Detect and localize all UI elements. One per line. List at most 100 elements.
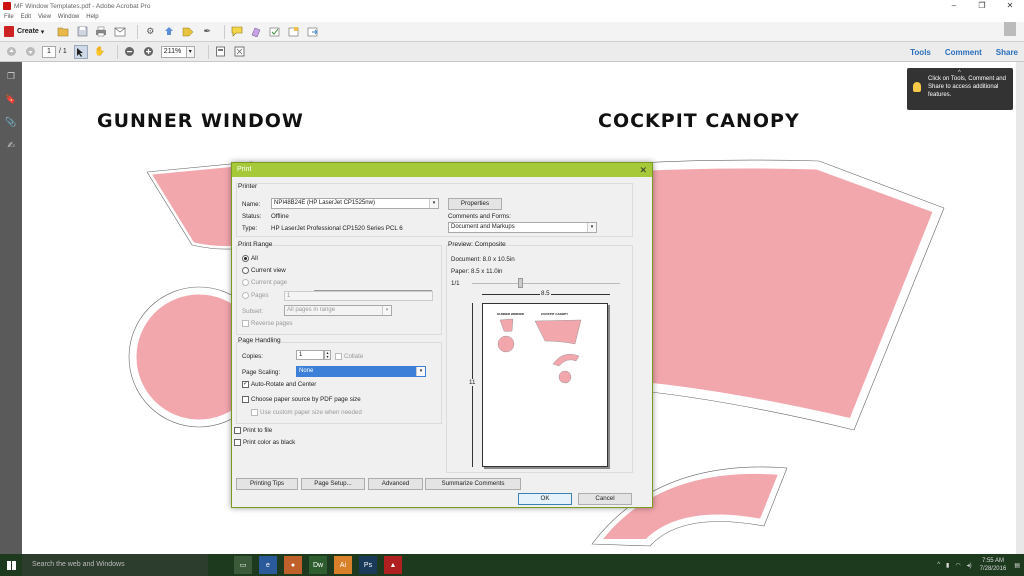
expand-icon[interactable] — [1004, 22, 1016, 36]
cancel-button[interactable]: Cancel — [578, 493, 632, 505]
select-cursor-icon[interactable] — [73, 44, 88, 59]
create-button[interactable]: Create ▾ — [4, 26, 44, 37]
ok-button[interactable]: OK — [518, 493, 572, 505]
create-caret: ▾ — [40, 28, 45, 36]
collapse-caret-icon[interactable]: ^ — [958, 69, 961, 77]
next-page-icon[interactable] — [23, 45, 37, 59]
vertical-scrollbar[interactable] — [1016, 62, 1024, 554]
task-view-icon[interactable]: ▭ — [234, 556, 252, 574]
system-tray: ^ ▮ ◠ ◂) 7:55 AM 7/28/2016 ▤ — [933, 554, 1020, 576]
export-icon[interactable] — [306, 25, 320, 39]
battery-icon[interactable]: ▮ — [946, 562, 949, 569]
copies-input[interactable]: 1 — [296, 350, 324, 360]
page-scaling-select[interactable]: None ▾ — [296, 366, 426, 377]
bookmarks-icon[interactable]: 🔖 — [5, 93, 17, 105]
range-pages-radio[interactable] — [242, 292, 249, 299]
menu-file[interactable]: File — [4, 14, 14, 20]
attach-icon[interactable] — [287, 25, 301, 39]
highlight-icon[interactable] — [249, 25, 263, 39]
range-all-radio[interactable] — [242, 255, 249, 262]
menu-view[interactable]: View — [38, 14, 51, 20]
print-color-black-checkbox[interactable] — [234, 439, 241, 446]
advanced-button[interactable]: Advanced — [368, 478, 423, 490]
copies-label: Copies: — [242, 353, 263, 360]
gear-icon[interactable]: ⚙ — [143, 25, 157, 39]
share-link[interactable]: Share — [996, 48, 1018, 57]
preview-document-size: Document: 8.0 x 10.5in — [451, 256, 515, 263]
start-button[interactable] — [0, 554, 22, 576]
preview-slider-thumb[interactable] — [518, 278, 523, 288]
save-icon[interactable] — [75, 25, 89, 39]
close-window-button[interactable]: ✕ — [996, 0, 1024, 12]
signatures-icon[interactable]: ✍ — [5, 139, 17, 151]
taskbar-search-box[interactable]: Search the web and Windows — [22, 554, 208, 576]
range-current-page-radio[interactable] — [242, 279, 249, 286]
illustrator-icon[interactable]: Ai — [334, 556, 352, 574]
page-number-input[interactable]: 1 — [42, 45, 56, 58]
zoom-in-icon[interactable] — [142, 45, 156, 59]
printer-section-label: Printer — [238, 183, 258, 190]
email-icon[interactable] — [113, 25, 127, 39]
stamp-icon[interactable] — [268, 25, 282, 39]
title-bar: MF Window Templates.pdf - Adobe Acrobat … — [0, 0, 1024, 12]
fit-page-icon[interactable] — [214, 45, 228, 59]
menu-help[interactable]: Help — [86, 14, 98, 20]
page-scaling-value: None — [299, 368, 314, 374]
notifications-icon[interactable]: ▤ — [1014, 562, 1020, 569]
edge-icon[interactable]: e — [259, 556, 277, 574]
toolbar-separator — [207, 44, 209, 59]
printing-tips-button[interactable]: Printing Tips — [236, 478, 298, 490]
acrobat-taskbar-icon[interactable]: ▲ — [384, 556, 402, 574]
comment-icon[interactable] — [230, 25, 244, 39]
menu-edit[interactable]: Edit — [21, 14, 31, 20]
hand-icon[interactable]: ✋ — [93, 45, 107, 59]
menu-window[interactable]: Window — [58, 14, 79, 20]
range-current-view-radio[interactable] — [242, 267, 249, 274]
navigation-toolbar: 1 / 1 ✋ 211% ▾ Tools Comment Share — [0, 22, 1024, 62]
copies-stepper[interactable]: ▴ ▾ — [324, 350, 331, 360]
print-to-file-checkbox[interactable] — [234, 427, 241, 434]
firefox-icon[interactable]: ● — [284, 556, 302, 574]
zoom-out-icon[interactable] — [123, 45, 137, 59]
navigation-pane: ❐ 🔖 📎 ✍ — [0, 62, 22, 554]
choose-paper-source-checkbox[interactable] — [242, 396, 249, 403]
sign-icon[interactable]: ✒ — [200, 25, 214, 39]
summarize-comments-button[interactable]: Summarize Comments — [425, 478, 521, 490]
subset-select[interactable]: All pages in range ▾ — [284, 305, 392, 316]
auto-rotate-checkbox[interactable]: ✓ — [242, 381, 249, 388]
comments-forms-select[interactable]: Document and Markups ▾ — [448, 222, 597, 233]
comment-link[interactable]: Comment — [945, 48, 982, 57]
page-setup-button[interactable]: Page Setup... — [301, 478, 365, 490]
tray-expand-icon[interactable]: ^ — [937, 562, 940, 568]
zoom-level-input[interactable]: 211% — [160, 45, 187, 58]
tools-link[interactable]: Tools — [910, 48, 931, 57]
print-icon[interactable] — [94, 25, 108, 39]
custom-paper-size-checkbox[interactable] — [251, 409, 258, 416]
fullscreen-icon[interactable] — [233, 45, 247, 59]
custom-paper-size-label: Use custom paper size when needed — [260, 409, 362, 416]
volume-icon[interactable]: ◂) — [967, 562, 972, 569]
zoom-dropdown-icon[interactable]: ▾ — [186, 45, 195, 58]
maximize-button[interactable]: ❐ — [968, 0, 996, 12]
upload-icon[interactable] — [162, 25, 176, 39]
subset-value: All pages in range — [287, 307, 336, 313]
printer-name-select[interactable]: NPI48B24E (HP LaserJet CP1525nw) ▾ — [271, 198, 439, 209]
windows-logo-icon — [6, 560, 16, 570]
range-pages-input[interactable]: 1 — [284, 291, 433, 301]
open-icon[interactable] — [56, 25, 70, 39]
close-dialog-icon[interactable]: ✕ — [639, 163, 647, 177]
properties-button[interactable]: Properties — [448, 198, 502, 210]
page-thumbnails-icon[interactable]: ❐ — [5, 70, 17, 82]
printer-name-value: NPI48B24E (HP LaserJet CP1525nw) — [274, 200, 375, 206]
taskbar-clock[interactable]: 7:55 AM 7/28/2016 — [980, 557, 1007, 573]
tag-icon[interactable] — [181, 25, 195, 39]
network-icon[interactable]: ◠ — [955, 562, 960, 569]
dreamweaver-icon[interactable]: Dw — [309, 556, 327, 574]
attachments-icon[interactable]: 📎 — [5, 116, 17, 128]
toolbar-separator — [116, 44, 118, 59]
minimize-button[interactable]: – — [940, 0, 968, 12]
photoshop-icon[interactable]: Ps — [359, 556, 377, 574]
previous-page-icon[interactable] — [4, 45, 18, 59]
reverse-pages-checkbox[interactable] — [242, 320, 249, 327]
collate-checkbox[interactable] — [335, 353, 342, 360]
